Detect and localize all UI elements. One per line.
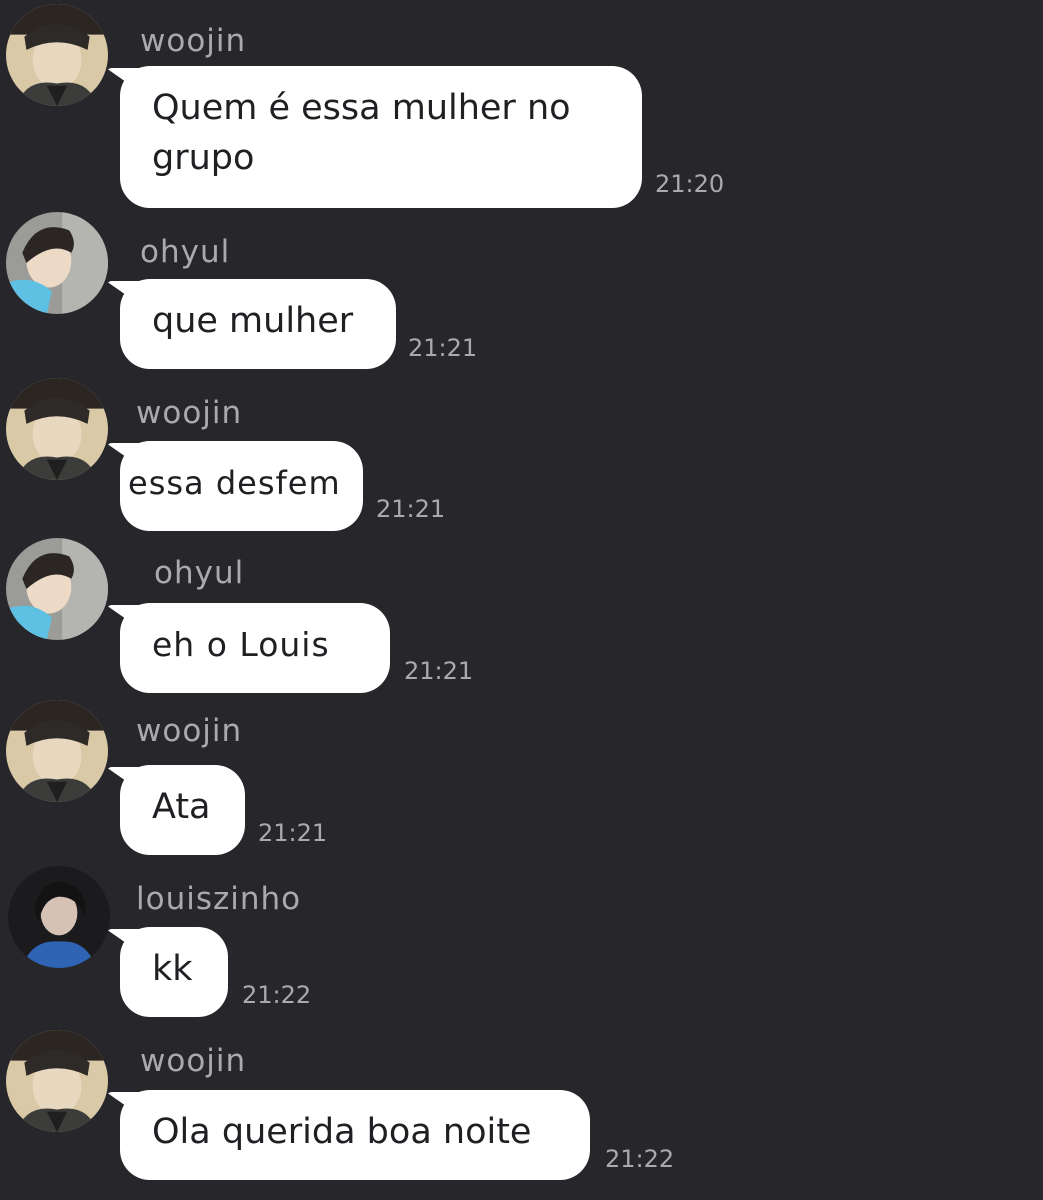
sender-name: woojin — [140, 23, 247, 59]
message-text-line: Quem é essa mulher no — [152, 88, 571, 128]
message-bubble[interactable]: Ola querida boa noite — [120, 1090, 590, 1180]
message-bubble[interactable]: que mulher — [120, 279, 396, 369]
woojin-avatar-image — [6, 1030, 108, 1132]
sender-name: ohyul — [140, 234, 231, 270]
sender-name: woojin — [136, 713, 243, 749]
sender-name: woojin — [136, 395, 243, 431]
ohyul-avatar-image — [6, 212, 108, 314]
message-text-line: Ola querida boa noite — [152, 1112, 532, 1152]
message-bubble[interactable]: eh o Louis — [120, 603, 390, 693]
woojin-avatar[interactable] — [6, 1030, 108, 1132]
message-text-line: Ata — [152, 787, 211, 827]
woojin-avatar[interactable] — [6, 700, 108, 802]
ohyul-avatar-image — [6, 538, 108, 640]
message-text-line: essa desfem — [128, 464, 341, 502]
message-timestamp: 21:22 — [242, 981, 312, 1009]
louiszinho-avatar-image — [8, 866, 110, 968]
message-text-line: que mulher — [152, 301, 354, 341]
woojin-avatar-image — [6, 378, 108, 480]
message-text-line: kk — [152, 949, 193, 989]
message-bubble[interactable]: kk — [120, 927, 228, 1017]
message-bubble[interactable]: Quem é essa mulher no grupo — [120, 66, 642, 208]
sender-name: ohyul — [154, 555, 245, 591]
ohyul-avatar[interactable] — [6, 212, 108, 314]
message-timestamp: 21:22 — [605, 1145, 675, 1173]
message-timestamp: 21:21 — [376, 495, 446, 523]
message-timestamp: 21:21 — [258, 819, 328, 847]
message-timestamp: 21:21 — [408, 334, 478, 362]
chat-message-list[interactable]: woojin Quem é essa mulher no grupo 21:20… — [0, 0, 1043, 1200]
message-timestamp: 21:20 — [655, 170, 725, 198]
sender-name: louiszinho — [136, 881, 302, 917]
message-text-line: grupo — [152, 138, 255, 178]
woojin-avatar[interactable] — [6, 4, 108, 106]
message-timestamp: 21:21 — [404, 657, 474, 685]
woojin-avatar-image — [6, 4, 108, 106]
woojin-avatar[interactable] — [6, 378, 108, 480]
message-bubble[interactable]: essa desfem — [120, 441, 363, 531]
louiszinho-avatar[interactable] — [8, 866, 110, 968]
message-text-line: eh o Louis — [152, 625, 330, 664]
ohyul-avatar[interactable] — [6, 538, 108, 640]
message-bubble[interactable]: Ata — [120, 765, 245, 855]
sender-name: woojin — [140, 1043, 247, 1079]
woojin-avatar-image — [6, 700, 108, 802]
